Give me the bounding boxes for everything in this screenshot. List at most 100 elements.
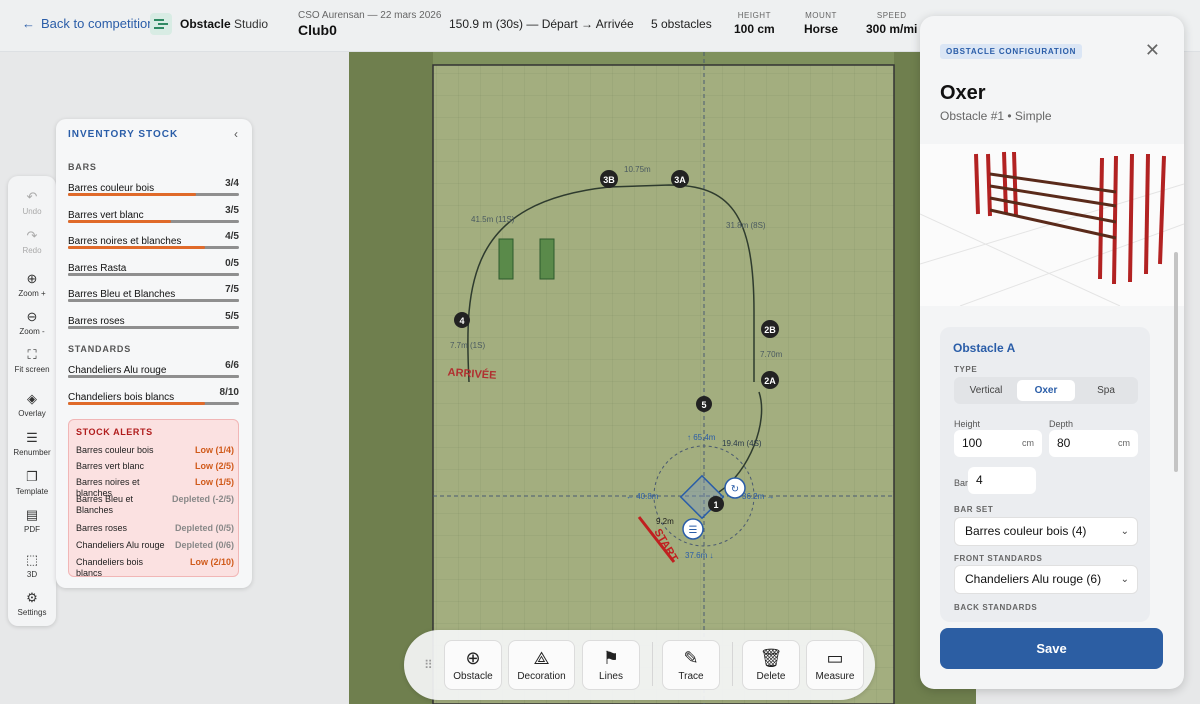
back-standards-label: BACK STANDARDS (954, 603, 1038, 612)
tool-label: Overlay (18, 409, 46, 418)
stat-label: HEIGHT (737, 11, 771, 20)
alert-status: Depleted (0/6) (174, 540, 234, 550)
svg-text:☰: ☰ (689, 525, 698, 536)
course-distance: 150.9 m (30s) — Départ → Arrivée (449, 17, 634, 31)
save-button[interactable]: Save (940, 628, 1163, 669)
inventory-item: Barres noires et blanches 4/5 (68, 231, 239, 249)
redo-icon: ↷ (26, 228, 38, 243)
zoom-in-button[interactable]: ⊕ Zoom + (8, 272, 56, 299)
template-button[interactable]: ❐ Template (8, 470, 56, 497)
obstacle-marker-5[interactable]: 5 (696, 396, 712, 412)
obstacle-3d-preview[interactable] (920, 144, 1184, 307)
pdf-icon: ▤ (25, 507, 39, 522)
stock-bar (68, 193, 239, 196)
obstacle-config-panel: OBSTACLE CONFIGURATION ✕ Oxer Obstacle #… (920, 16, 1184, 689)
alerts-heading: STOCK ALERTS (76, 427, 153, 437)
alert-item-name: Barres roses (76, 523, 128, 533)
depth-label: Depth (1049, 419, 1074, 429)
obstacle-marker-2A[interactable]: 2A (761, 371, 779, 389)
renumber-button[interactable]: ☰ Renumber (8, 431, 56, 458)
item-count: 6/6 (225, 360, 239, 371)
type-option-vertical[interactable]: Vertical (957, 380, 1015, 401)
depth-field[interactable]: 80 cm (1049, 430, 1138, 457)
alert-status: Low (2/10) (189, 557, 234, 567)
fit-screen-icon: ⛶ (27, 347, 37, 362)
cube-icon: ⬚ (25, 552, 39, 567)
alert-status: Depleted (0/5) (174, 523, 234, 533)
zoom-out-button[interactable]: ⊖ Zoom - (8, 310, 56, 337)
tool-label: Zoom + (18, 289, 46, 298)
settings-handle[interactable]: ☰ (682, 518, 704, 540)
distance-label: 41.5m (11S) (471, 215, 515, 224)
stock-bar (68, 299, 239, 302)
tool-label: Settings (17, 608, 47, 617)
course-map-canvas[interactable]: ARRIVÉE START 3B 3A 4 2B 2A 5 1 ↻ ☰ 10.7… (349, 52, 976, 704)
obstacle-count: 5 obstacles (651, 17, 712, 31)
front-standards-select[interactable]: Chandeliers Alu rouge (6) ⌄ (954, 565, 1138, 594)
close-icon[interactable]: ✕ (1145, 40, 1160, 61)
tool-label: Template (15, 487, 49, 496)
alert-status: Low (1/4) (194, 445, 234, 455)
type-option-oxer[interactable]: Oxer (1017, 380, 1075, 401)
obstacle-marker-3B[interactable]: 3B (600, 170, 618, 188)
settings-button[interactable]: ⚙ Settings (8, 591, 56, 618)
height-label: Height (954, 419, 981, 429)
marker-label: 5 (701, 400, 706, 410)
decoration-button[interactable]: ⟁ Decoration (508, 640, 575, 690)
stat-mount: MOUNT Horse (804, 11, 838, 36)
course-map[interactable]: ARRIVÉE START 3B 3A 4 2B 2A 5 1 ↻ ☰ 10.7… (349, 52, 976, 704)
obstacle-marker-2B[interactable]: 2B (761, 320, 779, 338)
overlay-button[interactable]: ◈ Overlay (8, 392, 56, 419)
barset-select[interactable]: Barres couleur bois (4) ⌄ (954, 517, 1138, 546)
item-name: Barres roses (68, 315, 125, 327)
3d-button[interactable]: ⬚ 3D (8, 552, 56, 580)
bars-field[interactable]: 4 (968, 467, 1036, 494)
pdf-button[interactable]: ▤ PDF (8, 507, 56, 535)
marker-label: 3A (674, 175, 686, 185)
stock-bar-fill (68, 401, 205, 405)
inventory-item: Barres vert blanc 3/5 (68, 205, 239, 223)
depth-value: 80 (1057, 436, 1071, 450)
cone-icon: ⟁ (533, 648, 550, 668)
alert-item-name: Chandeliers Alu rouge (76, 540, 165, 550)
obstacle-marker-3A[interactable]: 3A (671, 170, 689, 188)
trash-icon: 🗑 (759, 648, 783, 668)
trace-button[interactable]: ✎ Trace (662, 640, 720, 690)
obstacle-marker-1[interactable]: 1 (708, 496, 724, 512)
scrollbar[interactable] (1174, 252, 1178, 472)
button-label: Decoration (517, 671, 566, 682)
obstacle-title: Oxer (940, 82, 986, 104)
alert-status: Low (1/5) (194, 477, 234, 487)
obstacle-button[interactable]: ⊕ Obstacle (444, 640, 502, 690)
inventory-item: Barres Bleu et Blanches 7/5 (68, 284, 239, 302)
height-field[interactable]: 100 cm (954, 430, 1042, 457)
tool-label: PDF (24, 525, 40, 534)
obstacle-marker-4[interactable]: 4 (454, 312, 470, 328)
redo-button[interactable]: ↷ Redo (8, 228, 56, 256)
barset-value: Barres couleur bois (4) (965, 524, 1087, 538)
left-toolbar: ↶ Undo ↷ Redo ⊕ Zoom + ⊖ Zoom - ⛶ Fit screen ◈ Over… (8, 176, 56, 626)
lines-button[interactable]: ⚑ Lines (582, 640, 640, 690)
course-name: Club0 (298, 22, 337, 38)
item-count: 7/5 (225, 284, 239, 295)
back-to-competition-link[interactable]: ← Back to competition (22, 16, 154, 31)
inventory-item: Chandeliers bois blancs 8/10 (68, 387, 239, 405)
distance-label: 10.75m (624, 165, 651, 174)
measure-button[interactable]: ▭ Measure (806, 640, 864, 690)
undo-button[interactable]: ↶ Undo (8, 190, 56, 217)
stock-bar-fill (68, 375, 239, 378)
button-label: Trace (678, 671, 704, 682)
delete-button[interactable]: 🗑 Delete (742, 640, 800, 690)
flag-icon: ⚑ (602, 648, 620, 668)
type-option-spa[interactable]: Spa (1077, 380, 1135, 401)
drag-handle-icon[interactable]: ⠿ (424, 658, 433, 672)
stat-value: 100 cm (734, 22, 775, 36)
add-circle-icon: ⊕ (465, 648, 481, 668)
fit-screen-button[interactable]: ⛶ Fit screen (8, 347, 56, 375)
alert-status: Low (2/5) (194, 461, 234, 471)
collapse-icon[interactable]: ‹ (234, 127, 238, 141)
stock-bar-fill (68, 193, 197, 196)
front-standards-label: FRONT STANDARDS (954, 554, 1043, 563)
arrow-left-icon: ← (22, 16, 35, 31)
obstacle-subtitle: Obstacle #1 • Simple (940, 109, 1052, 123)
